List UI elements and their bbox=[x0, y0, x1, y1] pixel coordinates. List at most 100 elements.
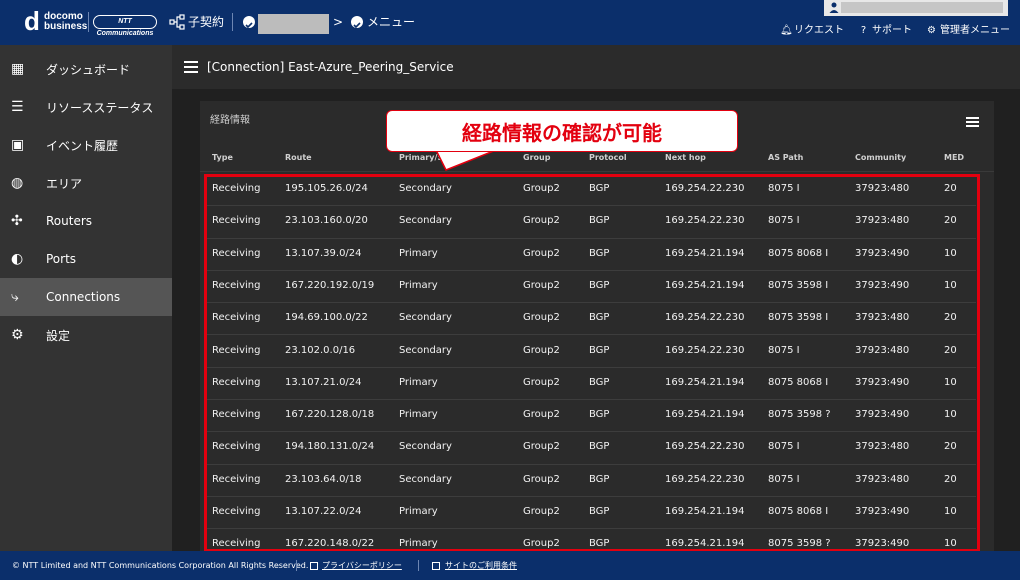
table-cell: 20 bbox=[944, 312, 957, 324]
terms-of-use-link[interactable]: サイトのご利用条件 bbox=[445, 551, 517, 580]
column-header[interactable]: Protocol bbox=[589, 153, 627, 162]
sidebar-item[interactable]: ⤷ Connections bbox=[0, 278, 172, 316]
sidebar-item-label: 設定 bbox=[46, 328, 71, 343]
logo-line-business: business bbox=[44, 21, 88, 32]
hierarchy-icon bbox=[169, 14, 185, 30]
support-link[interactable]: ? サポート bbox=[858, 24, 912, 38]
menu-dropdown[interactable]: メニュー bbox=[367, 14, 415, 30]
request-link[interactable]: 🔔︎ リクエスト bbox=[780, 24, 844, 38]
table-cell: 37923:480 bbox=[855, 215, 910, 227]
gear-icon: ⚙ bbox=[927, 25, 936, 36]
redacted-tenant-name[interactable] bbox=[258, 14, 329, 34]
table-cell: 20 bbox=[944, 473, 957, 485]
sidebar-item[interactable]: ◍ エリア bbox=[0, 164, 172, 202]
admin-menu-label: 管理者メニュー bbox=[940, 25, 1010, 36]
grid-icon: ▦ bbox=[11, 61, 25, 77]
table-cell: 37923:480 bbox=[855, 312, 910, 324]
table-cell: Primary bbox=[399, 279, 438, 291]
admin-menu-link[interactable]: ⚙ 管理者メニュー bbox=[926, 24, 1010, 38]
globe-icon: ◍ bbox=[11, 175, 24, 191]
panel-menu-icon[interactable] bbox=[966, 117, 979, 127]
table-row: Receiving 23.103.160.0/20 Secondary Group2 B… bbox=[206, 206, 976, 239]
external-link-icon bbox=[310, 562, 318, 570]
logo-divider bbox=[88, 12, 89, 32]
sidebar-item[interactable]: ▣ イベント履歴 bbox=[0, 126, 172, 164]
panel-title: 経路情報 bbox=[210, 115, 250, 126]
sidebar-item[interactable]: ✣ Routers bbox=[0, 202, 172, 240]
logo-wordmark: docomo business bbox=[44, 12, 87, 32]
table-cell: 10 bbox=[944, 506, 957, 517]
table-cell: Group2 bbox=[523, 441, 560, 453]
table-cell: BGP bbox=[589, 344, 610, 356]
support-label: サポート bbox=[872, 25, 912, 36]
table-cell: Group2 bbox=[523, 344, 560, 356]
table-cell: 37923:490 bbox=[855, 409, 910, 421]
table-row: Receiving 13.107.39.0/24 Primary Group2 BGP 1… bbox=[206, 239, 976, 271]
page-title: [Connection] East-Azure_Peering_Service bbox=[207, 60, 454, 74]
table-cell: 13.107.39.0/24 bbox=[285, 247, 362, 259]
table-cell: 10 bbox=[944, 247, 957, 259]
sidebar-item-label: Connections bbox=[46, 290, 121, 304]
table-cell: Group2 bbox=[523, 215, 560, 227]
column-header[interactable]: AS Path bbox=[768, 153, 803, 162]
table-cell: Primary bbox=[399, 247, 438, 259]
table-row: Receiving 23.103.64.0/18 Secondary Group2 BG… bbox=[206, 465, 976, 497]
column-header[interactable]: Next hop bbox=[665, 153, 706, 162]
table-cell: 37923:490 bbox=[855, 247, 910, 259]
table-cell: 13.107.22.0/24 bbox=[285, 506, 362, 517]
table-cell: 37923:490 bbox=[855, 376, 910, 388]
table-cell: Group2 bbox=[523, 279, 560, 291]
sidebar-item-label: エリア bbox=[46, 176, 83, 191]
toggle-icon: ◐ bbox=[11, 251, 24, 267]
table-cell: 8075 3598 ? bbox=[768, 409, 831, 421]
sidebar-item[interactable]: ⚙ 設定 bbox=[0, 316, 172, 354]
table-cell: 20 bbox=[944, 215, 957, 227]
table-cell: 169.254.22.230 bbox=[665, 215, 745, 227]
gear-icon: ⚙ bbox=[11, 327, 24, 343]
docomo-business-logo[interactable]: d docomo business bbox=[24, 8, 88, 38]
check-circle-icon bbox=[351, 16, 363, 29]
sidebar-item[interactable]: ▦ ダッシュボード bbox=[0, 50, 172, 88]
bell-icon: 🔔︎ bbox=[780, 25, 793, 36]
table-cell: BGP bbox=[589, 441, 610, 453]
sidebar: ▦ ダッシュボード ☰ リソースステータス ▣ イベント履歴 ◍ エリア ✣ Routers ◐ Po… bbox=[0, 45, 172, 551]
user-icon bbox=[829, 2, 839, 13]
sidebar-item-label: Routers bbox=[46, 214, 93, 228]
connection-icon: ⤷ bbox=[11, 289, 19, 305]
table-cell: Group2 bbox=[523, 538, 560, 550]
user-account-box[interactable] bbox=[824, 0, 1008, 16]
column-header[interactable]: Group bbox=[523, 153, 550, 162]
sidebar-item-label: ダッシュボード bbox=[46, 62, 131, 77]
table-cell: Receiving bbox=[212, 473, 261, 485]
table-cell: 10 bbox=[944, 376, 957, 388]
sub-account-link[interactable]: 子契約 bbox=[188, 14, 224, 30]
table-cell: Group2 bbox=[523, 409, 560, 421]
sidebar-item[interactable]: ◐ Ports bbox=[0, 240, 172, 278]
table-cell: Receiving bbox=[212, 441, 261, 453]
table-row: Receiving 13.107.22.0/24 Primary Group2 BGP 1… bbox=[206, 497, 976, 530]
table-cell: 8075 3598 I bbox=[768, 279, 829, 291]
column-header[interactable]: Route bbox=[285, 153, 312, 162]
table-cell: 169.254.21.194 bbox=[665, 409, 745, 421]
privacy-policy-link[interactable]: プライバシーポリシー bbox=[322, 551, 402, 580]
column-header[interactable]: MED bbox=[944, 153, 964, 162]
table-cell: 169.254.22.230 bbox=[665, 312, 745, 324]
sidebar-item[interactable]: ☰ リソースステータス bbox=[0, 88, 172, 126]
table-cell: 20 bbox=[944, 183, 957, 194]
table-cell: 8075 I bbox=[768, 344, 800, 356]
column-header[interactable]: Community bbox=[855, 153, 906, 162]
table-cell: Secondary bbox=[399, 183, 452, 194]
table-cell: 8075 I bbox=[768, 183, 800, 194]
table-cell: 169.254.21.194 bbox=[665, 376, 745, 388]
content-title-bar: [Connection] East-Azure_Peering_Service bbox=[172, 45, 1020, 89]
table-cell: Primary bbox=[399, 538, 438, 550]
top-header: d docomo business NTT Communications 子契約 … bbox=[0, 0, 1020, 45]
column-header[interactable]: Type bbox=[212, 153, 233, 162]
table-cell: Receiving bbox=[212, 312, 261, 324]
table-cell: 23.103.64.0/18 bbox=[285, 473, 362, 485]
table-cell: 8075 8068 I bbox=[768, 506, 829, 517]
table-cell: Receiving bbox=[212, 376, 261, 388]
hamburger-menu-icon[interactable] bbox=[184, 61, 198, 73]
table-row: Receiving 194.69.100.0/22 Secondary Group2 B… bbox=[206, 303, 976, 336]
table-row: Receiving 167.220.192.0/19 Primary Group2 BG… bbox=[206, 271, 976, 304]
